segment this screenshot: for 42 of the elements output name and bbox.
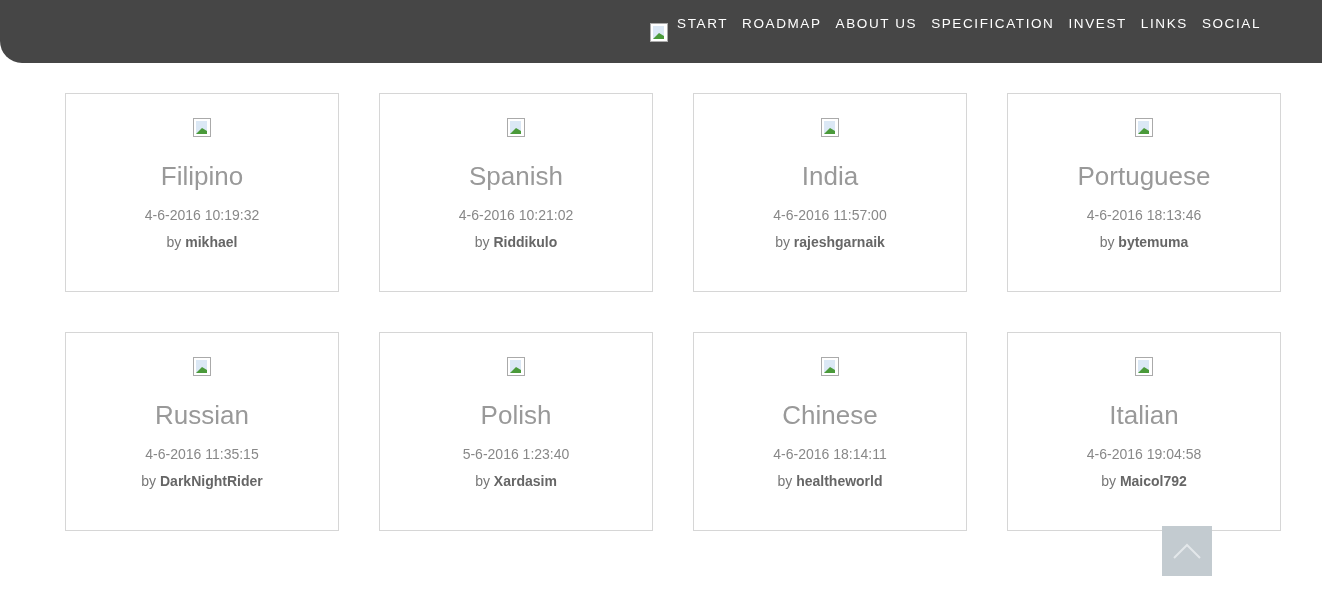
- scroll-to-top-button[interactable]: [1162, 526, 1212, 576]
- image-icon: [1135, 118, 1153, 138]
- author-text: by mikhael: [166, 233, 238, 251]
- card-title: Spanish: [469, 161, 563, 191]
- card-title: Polish: [480, 400, 552, 430]
- nav-link[interactable]: START: [670, 16, 736, 32]
- date-text: 4-6-2016 11:57:00: [773, 206, 887, 224]
- author-text: by DarkNightRider: [141, 472, 263, 490]
- card-title: Italian: [1109, 400, 1179, 430]
- image-icon: [650, 23, 669, 43]
- nav-link[interactable]: ROADMAP: [735, 16, 829, 32]
- image-icon: [507, 118, 525, 138]
- date-text: 4-6-2016 10:21:02: [458, 206, 574, 224]
- date-text: 5-6-2016 1:23:40: [462, 445, 570, 463]
- author-text: by bytemuma: [1099, 233, 1189, 251]
- card-title: Filipino: [160, 161, 244, 191]
- image-icon: [193, 357, 211, 377]
- date-text: 4-6-2016 18:13:46: [1086, 206, 1202, 224]
- image-icon: [821, 357, 839, 377]
- image-icon: [193, 118, 211, 138]
- image-icon: [507, 357, 525, 377]
- date-text: 4-6-2016 11:35:15: [145, 445, 259, 463]
- card-title: Portuguese: [1077, 161, 1211, 191]
- author-text: by Riddikulo: [474, 233, 558, 251]
- chevron-up-icon: [1173, 543, 1201, 559]
- author-text: by healtheworld: [777, 472, 883, 490]
- nav-link[interactable]: SOCIAL: [1194, 16, 1268, 32]
- nav-link[interactable]: ABOUT US: [828, 16, 925, 32]
- nav-link[interactable]: INVEST: [1061, 16, 1134, 32]
- card-title: Chinese: [782, 400, 878, 430]
- card-title: Russian: [155, 400, 249, 430]
- author-text: by Maicol792: [1101, 472, 1187, 490]
- nav-link[interactable]: LINKS: [1133, 16, 1195, 32]
- image-icon: [1135, 357, 1153, 377]
- nav-link[interactable]: SPECIFICATION: [924, 16, 1062, 32]
- date-text: 4-6-2016 10:19:32: [144, 206, 260, 224]
- author-text: by Xardasim: [475, 472, 557, 490]
- author-text: by rajeshgarnaik: [775, 233, 885, 251]
- date-text: 4-6-2016 19:04:58: [1086, 445, 1202, 463]
- card-title: India: [801, 161, 859, 191]
- image-icon: [821, 118, 839, 138]
- date-text: 4-6-2016 18:14:11: [773, 445, 887, 463]
